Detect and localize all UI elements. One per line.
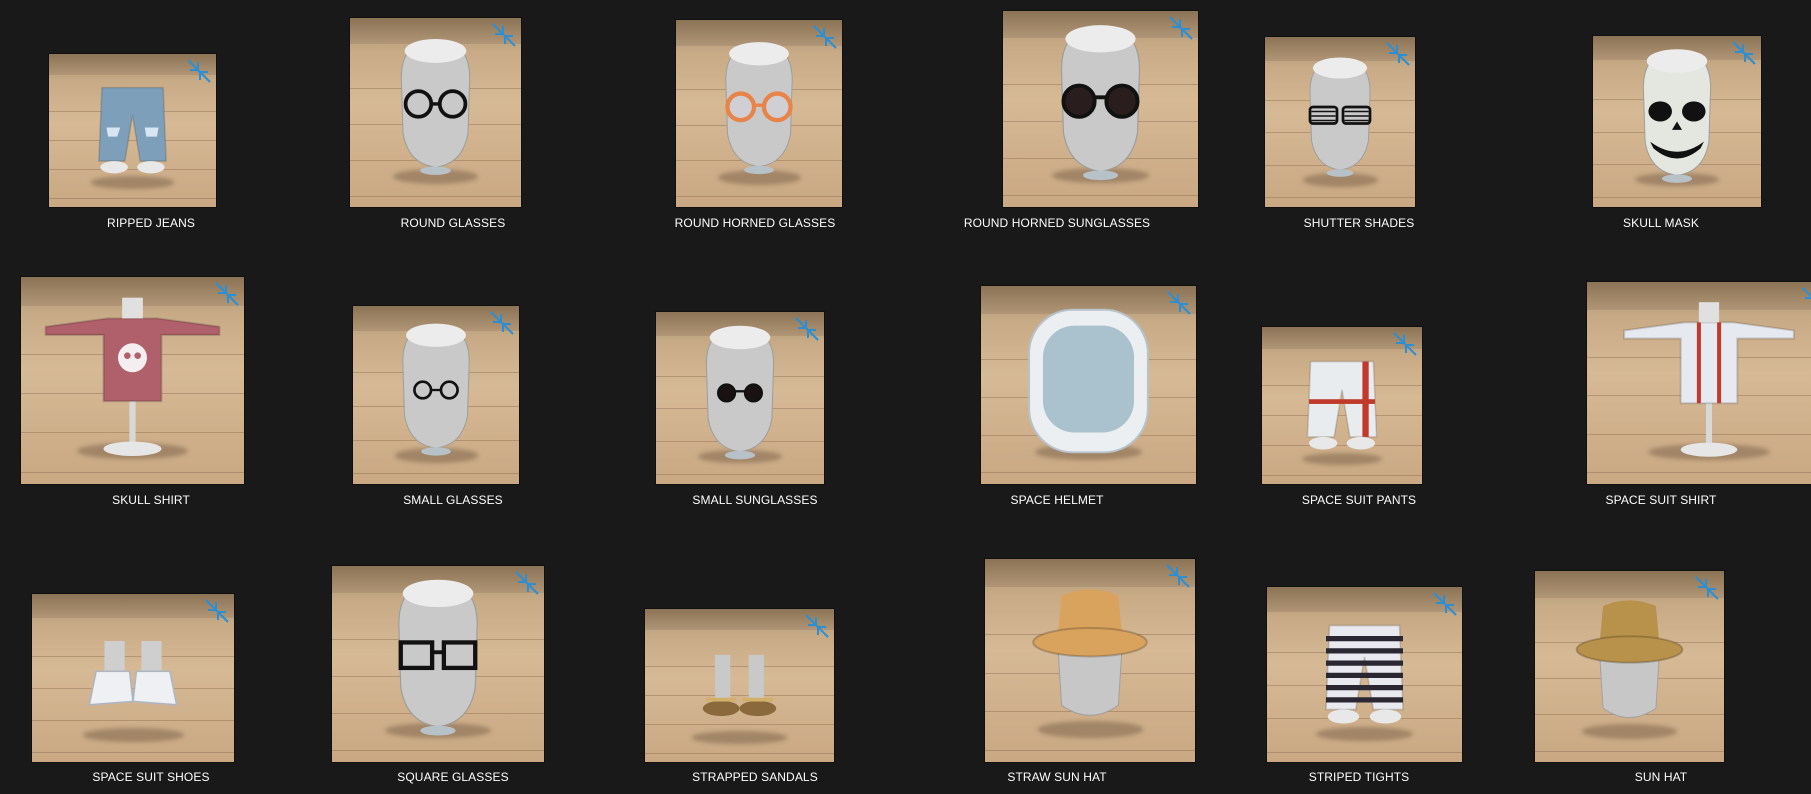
shrink-arrows-icon [813, 25, 837, 49]
shrink-arrows-icon [1166, 564, 1190, 588]
skull-shirt-thumbnail[interactable] [21, 277, 244, 484]
striped-tights-thumbnail[interactable] [1267, 587, 1462, 762]
shoes-model [88, 641, 178, 706]
file-tile[interactable]: ROUND HORNED GLASSES [604, 0, 906, 265]
file-name-label: ROUND HORNED GLASSES [674, 216, 836, 230]
file-tile[interactable]: SPACE SUIT SHOES [0, 554, 302, 794]
file-tile[interactable]: SQUARE GLASSES [302, 554, 604, 794]
shutter-shades-thumbnail[interactable] [1265, 37, 1415, 207]
mannequin-head [400, 38, 471, 175]
file-tile[interactable]: SMALL GLASSES [302, 277, 604, 542]
file-name-label: SPACE HELMET [1010, 493, 1104, 507]
space-suit-shirt-thumbnail[interactable] [1587, 282, 1811, 484]
file-tile[interactable]: SKULL SHIRT [0, 277, 302, 542]
shrink-arrows-icon [1433, 592, 1457, 616]
file-name-label: SMALL SUNGLASSES [692, 493, 818, 507]
file-name-label: SHUTTER SHADES [1303, 216, 1415, 230]
pants-model [98, 86, 167, 174]
round-horned-sunglasses-thumbnail[interactable] [1003, 11, 1198, 207]
file-name-label: ROUND GLASSES [400, 216, 506, 230]
shrink-arrows-icon [805, 614, 829, 638]
file-tile[interactable]: SHUTTER SHADES [1208, 0, 1510, 265]
shirt-on-stand [1623, 302, 1795, 457]
shrink-arrows-icon [515, 571, 539, 595]
shrink-arrows-icon [795, 317, 819, 341]
file-name-label: STRAPPED SANDALS [692, 770, 818, 784]
file-name-label: SPACE SUIT SHIRT [1605, 493, 1717, 507]
item-preview [44, 297, 221, 457]
shrink-arrows-icon [215, 282, 239, 306]
thumbnail-grid: RIPPED JEANS ROUND GLASSES ROUND HORNED GL… [0, 0, 1811, 794]
small-sunglasses-thumbnail[interactable] [656, 312, 824, 484]
strapped-sandals-thumbnail[interactable] [645, 609, 834, 762]
file-name-label: STRIPED TIGHTS [1308, 770, 1410, 784]
file-tile[interactable]: RIPPED JEANS [0, 0, 302, 265]
shrink-arrows-icon [1802, 287, 1811, 299]
mannequin-head [1309, 57, 1371, 177]
shrink-arrows-icon [205, 599, 229, 623]
shrink-arrows-icon [1393, 332, 1417, 356]
mannequin-head [398, 579, 478, 736]
shrink-arrows-icon [1386, 42, 1410, 66]
mannequin-head [705, 325, 775, 460]
helmet-model [1028, 308, 1149, 454]
pants-model [1325, 624, 1404, 724]
file-name-label: ROUND HORNED SUNGLASSES [963, 216, 1151, 230]
file-tile[interactable]: SPACE HELMET [906, 277, 1208, 542]
ripped-jeans-thumbnail[interactable] [49, 54, 216, 207]
file-name-label: SMALL GLASSES [403, 493, 503, 507]
shoes-model [702, 654, 777, 717]
small-glasses-thumbnail[interactable] [353, 306, 519, 484]
file-tile[interactable]: SPACE SUIT SHIRT [1510, 277, 1811, 542]
file-tile[interactable]: SPACE SUIT PANTS [1208, 277, 1510, 542]
hat-on-head [1575, 600, 1684, 719]
square-glasses-thumbnail[interactable] [332, 566, 544, 762]
shrink-arrows-icon [490, 311, 514, 335]
file-name-label: SQUARE GLASSES [397, 770, 509, 784]
file-name-label: SPACE SUIT PANTS [1301, 493, 1417, 507]
hat-on-head [1032, 589, 1148, 716]
straw-sun-hat-thumbnail[interactable] [985, 559, 1195, 762]
file-name-label: SUN HAT [1634, 770, 1688, 784]
file-tile[interactable]: SMALL SUNGLASSES [604, 277, 906, 542]
file-tile[interactable]: STRAW SUN HAT [906, 554, 1208, 794]
space-suit-shoes-thumbnail[interactable] [32, 594, 234, 762]
file-tile[interactable]: SKULL MASK [1510, 0, 1811, 265]
file-name-label: SKULL SHIRT [112, 493, 190, 507]
space-suit-pants-thumbnail[interactable] [1262, 327, 1422, 484]
shrink-arrows-icon [492, 23, 516, 47]
file-name-label: RIPPED JEANS [107, 216, 195, 230]
sun-hat-thumbnail[interactable] [1535, 571, 1724, 762]
round-glasses-thumbnail[interactable] [350, 18, 521, 207]
item-preview [1623, 302, 1795, 457]
file-tile[interactable]: ROUND HORNED SUNGLASSES [906, 0, 1208, 265]
space-helmet-thumbnail[interactable] [981, 286, 1196, 484]
round-horned-glasses-thumbnail[interactable] [676, 20, 842, 207]
file-name-label: SKULL MASK [1623, 216, 1699, 230]
shrink-arrows-icon [1695, 576, 1719, 600]
file-name-label: SPACE SUIT SHOES [92, 770, 210, 784]
shrink-arrows-icon [187, 59, 211, 83]
skull-mask-thumbnail[interactable] [1593, 36, 1761, 207]
shrink-arrows-icon [1169, 16, 1193, 40]
file-tile[interactable]: STRIPED TIGHTS [1208, 554, 1510, 794]
pants-model [1306, 360, 1378, 450]
shirt-on-stand [44, 297, 221, 457]
file-tile[interactable]: STRAPPED SANDALS [604, 554, 906, 794]
shrink-arrows-icon [1732, 41, 1756, 65]
file-tile[interactable]: SUN HAT [1510, 554, 1811, 794]
file-tile[interactable]: ROUND GLASSES [302, 0, 604, 265]
file-name-label: STRAW SUN HAT [1007, 770, 1107, 784]
shrink-arrows-icon [1167, 291, 1191, 315]
